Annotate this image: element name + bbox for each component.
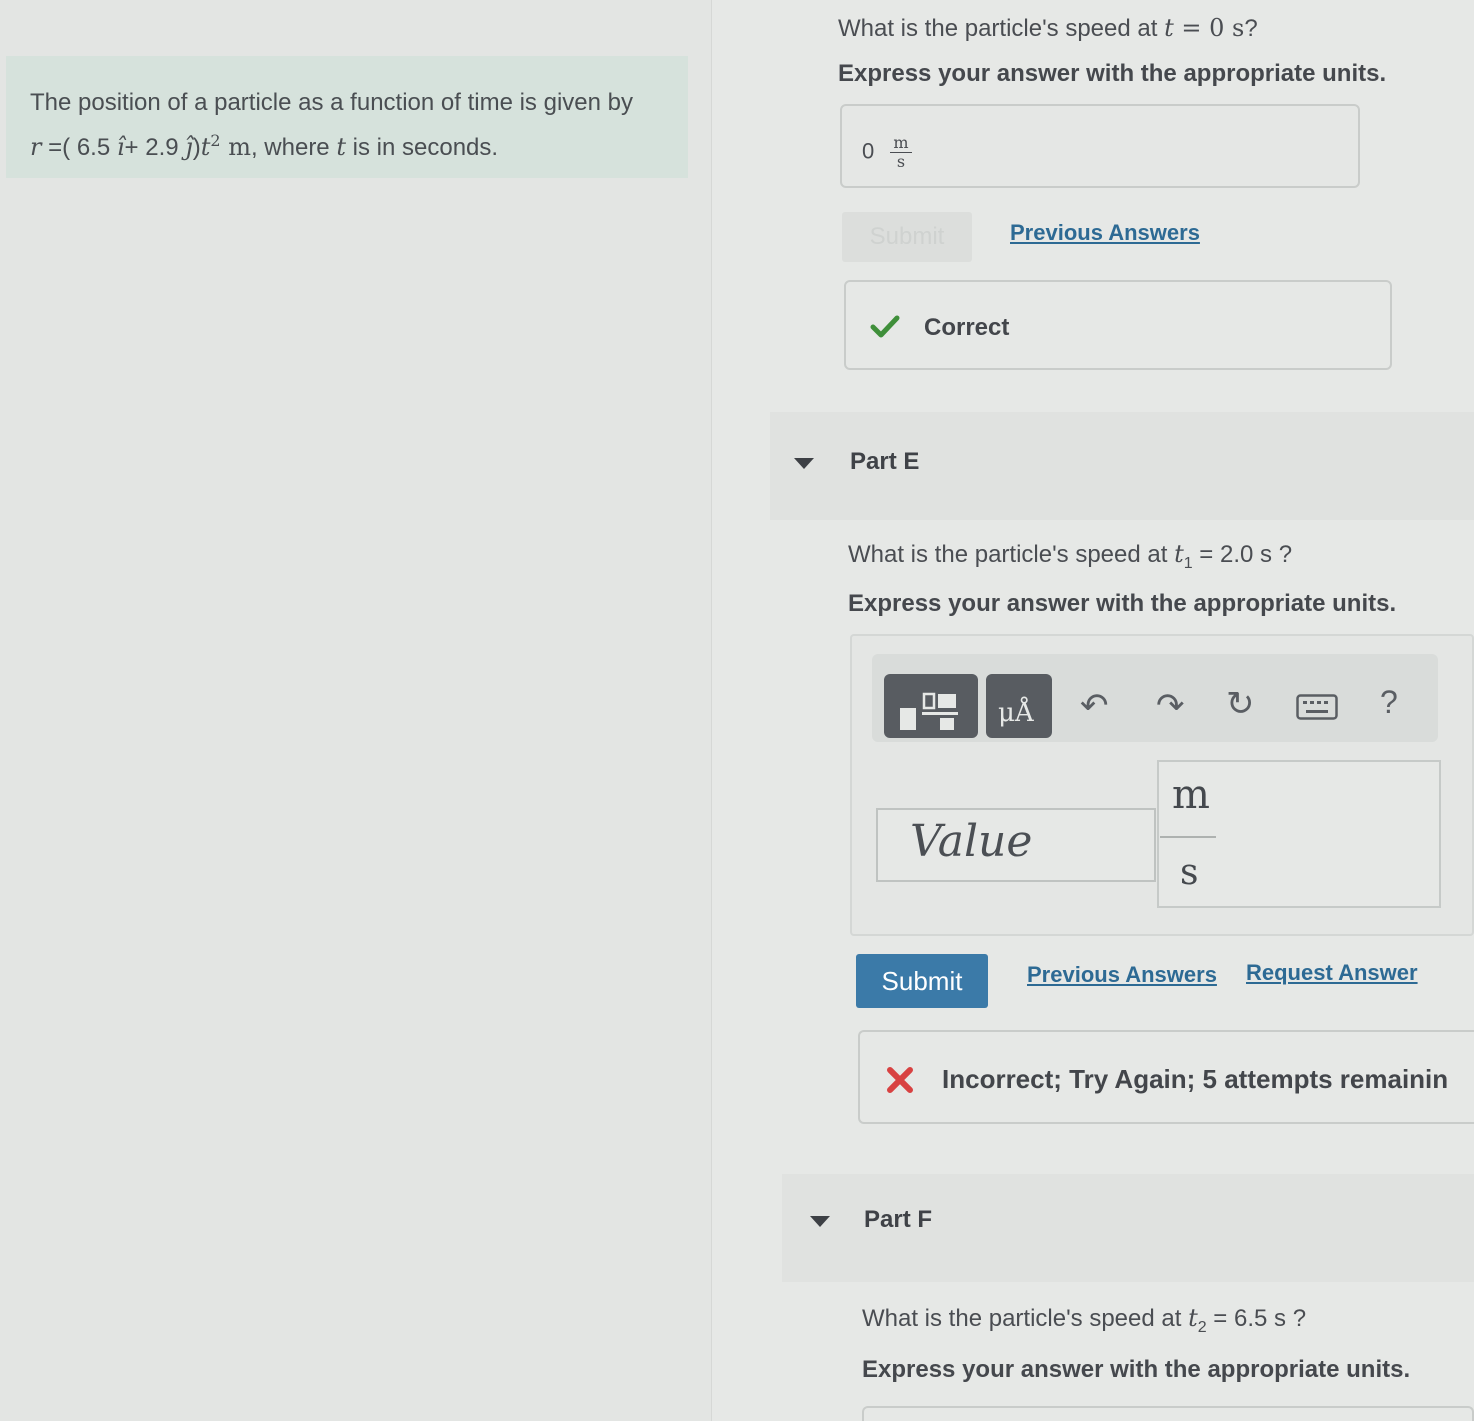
subscript: 1 [1183, 554, 1193, 572]
unit-numerator: m [1172, 772, 1210, 818]
keyboard-icon[interactable] [1296, 694, 1338, 720]
part-e-submit-button[interactable]: Submit [856, 954, 988, 1008]
fraction-bar [1160, 836, 1216, 838]
undo-icon[interactable]: ↶ [1080, 686, 1109, 726]
time-variable: t [336, 133, 346, 161]
part-f-answer-area[interactable] [862, 1406, 1474, 1421]
templates-icon [900, 692, 958, 730]
time-variable: t [200, 133, 211, 161]
problem-statement-line-1: The position of a particle as a function… [30, 89, 633, 116]
collapse-triangle-icon[interactable] [794, 458, 814, 469]
unit-denominator: s [1180, 852, 1199, 893]
feedback-message: Incorrect; Try Again; 5 attempts remaini… [942, 1064, 1449, 1094]
part-d-question: What is the particle's speed at t = 0 s? [838, 14, 1258, 43]
collapse-triangle-icon[interactable] [810, 1216, 830, 1227]
request-answer-link[interactable]: Request Answer [1246, 960, 1418, 986]
part-d-feedback: Correct [844, 280, 1392, 370]
question-equation: = 0 s [1173, 14, 1245, 42]
answer-unit: m s [890, 134, 912, 171]
part-f-instruction: Express your answer with the appropriate… [862, 1356, 1411, 1383]
answer-value: 0 [862, 138, 875, 164]
incorrect-x-icon [887, 1067, 913, 1093]
part-d-submit-button[interactable]: Submit [842, 212, 972, 262]
question-text: ? [1244, 15, 1258, 42]
unit-numerator: m [890, 134, 912, 153]
unit-vector-j: ĵ [185, 133, 193, 161]
problem-intro-pane: The position of a particle as a function… [0, 0, 712, 1421]
part-e-title: Part E [850, 448, 920, 475]
question-text: What is the particle's speed at [862, 1305, 1189, 1332]
templates-button[interactable] [884, 674, 978, 738]
question-text: What is the particle's speed at [848, 541, 1175, 568]
unit-denominator: s [896, 152, 906, 171]
help-icon[interactable]: ? [1380, 684, 1398, 721]
checkmark-icon [870, 315, 900, 338]
equation-part: is in seconds. [345, 134, 499, 161]
part-e-previous-answers-link[interactable]: Previous Answers [1027, 962, 1217, 988]
time-variable: t [1188, 1304, 1198, 1332]
part-f-title: Part F [864, 1206, 933, 1233]
unit-vector-i: î [116, 133, 125, 161]
question-text: = 6.5 s ? [1206, 1305, 1307, 1332]
question-text: = 2.0 s ? [1192, 541, 1293, 568]
time-variable: t [1164, 14, 1174, 42]
time-variable: t [1174, 540, 1184, 568]
equation-part: + 2.9 [124, 134, 186, 161]
unit-meters: m [220, 133, 251, 161]
position-vector-symbol: r [30, 133, 42, 161]
units-icon: μÅ [998, 698, 1034, 728]
part-d-instruction: Express your answer with the appropriate… [838, 60, 1387, 87]
part-e-feedback: Incorrect; Try Again; 5 attempts remaini… [858, 1030, 1474, 1124]
part-d-answer-field[interactable]: 0 m s [840, 104, 1360, 188]
value-input[interactable]: Value [876, 808, 1156, 882]
part-e-instruction: Express your answer with the appropriate… [848, 590, 1397, 617]
part-e-question: What is the particle's speed at t1 = 2.0… [848, 540, 1292, 573]
question-text: What is the particle's speed at [838, 15, 1165, 42]
equation-part: =( 6.5 [41, 134, 117, 161]
part-e-header[interactable]: Part E [770, 412, 1474, 520]
equation-part: , where [250, 134, 337, 161]
part-f-header[interactable]: Part F [782, 1174, 1474, 1282]
redo-icon[interactable]: ↷ [1156, 686, 1185, 726]
feedback-message: Correct [924, 314, 1010, 341]
problem-statement-line-2: r =( 6.5 î+ 2.9 ĵ)t2 m, where t is in se… [30, 122, 664, 167]
part-d-previous-answers-link[interactable]: Previous Answers [1010, 220, 1200, 246]
problem-statement: The position of a particle as a function… [6, 56, 688, 178]
subscript: 2 [1197, 1318, 1207, 1336]
reset-icon[interactable]: ↻ [1226, 684, 1255, 724]
exponent: 2 [210, 131, 221, 150]
equation-part: ) [192, 134, 201, 161]
units-button[interactable]: μÅ [986, 674, 1052, 738]
part-f-question: What is the particle's speed at t2 = 6.5… [862, 1304, 1306, 1337]
